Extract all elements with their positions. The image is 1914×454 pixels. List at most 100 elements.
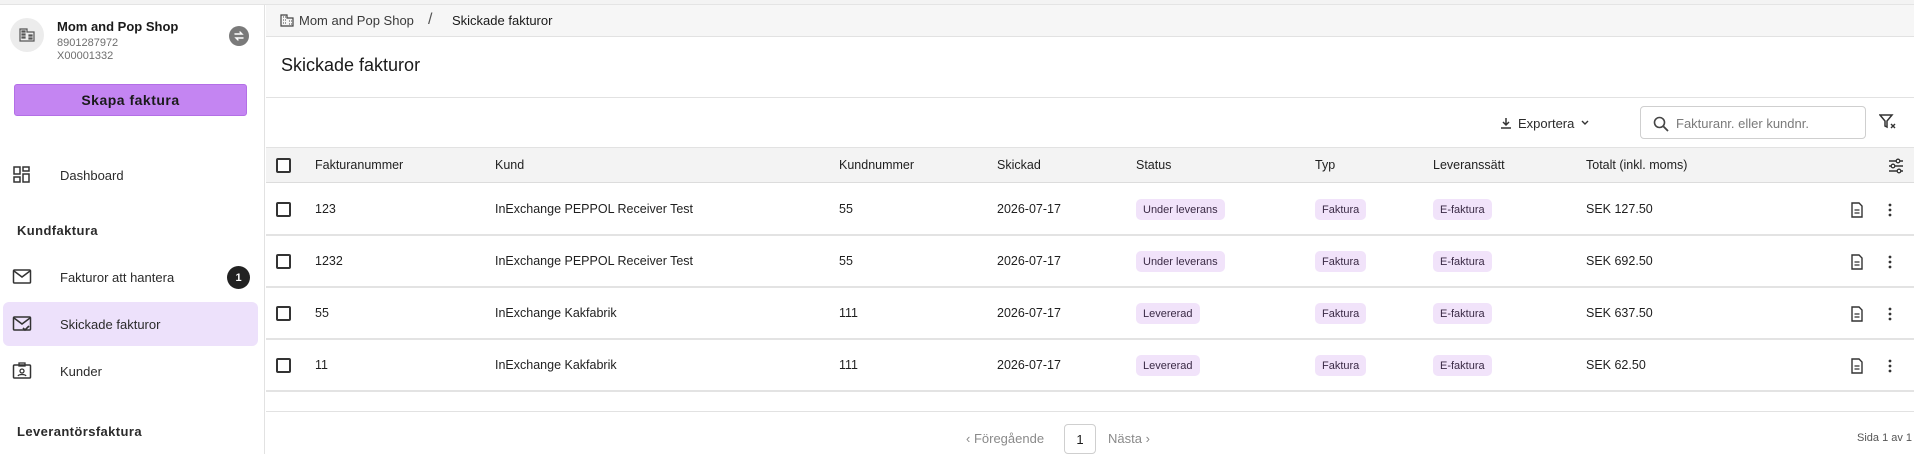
export-label: Exportera: [1518, 115, 1575, 131]
delivery-badge: E-faktura: [1433, 251, 1492, 272]
previous-page-label: Föregående: [973, 431, 1045, 446]
delivery-badge: E-faktura: [1433, 199, 1492, 220]
invoice-number: 55: [315, 306, 329, 320]
section-title-supplier-invoice: Leverantörsfaktura: [17, 424, 142, 439]
building-icon: [10, 18, 44, 52]
sidebar-item-label: Skickade fakturor: [60, 316, 161, 332]
breadcrumb: Mom and Pop Shop / Skickade fakturor: [266, 5, 1914, 37]
breadcrumb-home-link[interactable]: Mom and Pop Shop: [299, 13, 414, 28]
total-amount: SEK 637.50: [1586, 306, 1653, 320]
customer-number: 55: [839, 202, 853, 216]
organization-name: Mom and Pop Shop: [57, 19, 179, 34]
customer-name: InExchange PEPPOL Receiver Test: [495, 254, 694, 268]
column-header-total[interactable]: Totalt (inkl. moms): [1586, 158, 1687, 172]
table-row[interactable]: 123 InExchange PEPPOL Receiver Test 55 2…: [266, 184, 1914, 236]
page-number-button[interactable]: 1: [1064, 424, 1096, 454]
chevron-down-icon: [1581, 120, 1589, 125]
total-amount: SEK 62.50: [1586, 358, 1646, 372]
table-row[interactable]: 1232 InExchange PEPPOL Receiver Test 55 …: [266, 236, 1914, 288]
sent-date: 2026-07-17: [997, 202, 1061, 216]
switch-organization-icon[interactable]: [229, 26, 249, 46]
sidebar-item-invoices-to-handle[interactable]: Fakturor att hantera 1: [3, 255, 258, 299]
document-icon[interactable]: [1850, 306, 1864, 322]
table-header: Fakturanummer Kund Kundnummer Skickad St…: [266, 147, 1914, 183]
table-row[interactable]: 55 InExchange Kakfabrik 111 2026-07-17 L…: [266, 288, 1914, 340]
customer-number: 111: [839, 358, 859, 372]
type-badge: Faktura: [1315, 355, 1367, 376]
sent-date: 2026-07-17: [997, 306, 1061, 320]
customer-name: InExchange Kakfabrik: [495, 306, 617, 320]
type-badge: Faktura: [1315, 251, 1367, 272]
sidebar-item-label: Fakturor att hantera: [60, 269, 175, 285]
chevron-right-icon: ›: [1141, 431, 1150, 446]
sidebar-item-dashboard[interactable]: Dashboard: [3, 153, 258, 197]
download-icon: [1501, 117, 1511, 129]
document-icon[interactable]: [1850, 202, 1864, 218]
customer-name: InExchange PEPPOL Receiver Test: [495, 202, 694, 216]
mail-check-icon: [12, 316, 32, 332]
divider: [266, 411, 1914, 412]
sidebar-item-label: Kunder: [60, 363, 102, 379]
status-badge: Under leverans: [1136, 251, 1225, 272]
organization-header: Mom and Pop Shop 8901287972 X00001332: [10, 15, 260, 65]
divider: [266, 97, 1914, 98]
search-field[interactable]: [1640, 106, 1866, 139]
invoice-number: 11: [315, 358, 328, 372]
more-options-icon[interactable]: [1884, 254, 1896, 270]
delivery-badge: E-faktura: [1433, 303, 1492, 324]
organization-number: 8901287972: [57, 37, 119, 49]
sidebar-item-customers[interactable]: Kunder: [3, 349, 258, 393]
customer-number: 111: [839, 306, 859, 320]
sidebar-item-sent-invoices[interactable]: Skickade fakturor: [3, 302, 258, 346]
filter-icon[interactable]: [1879, 113, 1897, 131]
contact-card-icon: [12, 362, 32, 379]
column-header-sent[interactable]: Skickad: [997, 158, 1041, 172]
status-badge: Levererad: [1136, 355, 1200, 376]
status-badge: Levererad: [1136, 303, 1200, 324]
document-icon[interactable]: [1850, 358, 1864, 374]
next-page-button[interactable]: Nästa ›: [1108, 431, 1150, 446]
breadcrumb-separator: /: [428, 11, 433, 28]
column-settings-icon[interactable]: [1888, 158, 1904, 174]
count-badge: 1: [227, 266, 250, 289]
document-icon[interactable]: [1850, 254, 1864, 270]
section-title-customer-invoice: Kundfaktura: [17, 223, 98, 238]
organization-id: X00001332: [57, 50, 114, 62]
column-header-customer[interactable]: Kund: [495, 158, 524, 172]
search-icon: [1653, 116, 1669, 132]
column-header-invoice-number[interactable]: Fakturanummer: [315, 158, 403, 172]
type-badge: Faktura: [1315, 199, 1367, 220]
customer-number: 55: [839, 254, 853, 268]
create-invoice-button[interactable]: Skapa faktura: [14, 84, 247, 116]
dashboard-icon: [13, 166, 30, 183]
delivery-badge: E-faktura: [1433, 355, 1492, 376]
export-button[interactable]: Exportera: [1500, 110, 1590, 136]
more-options-icon[interactable]: [1884, 202, 1896, 218]
column-header-status[interactable]: Status: [1136, 158, 1171, 172]
page-info: Sida 1 av 1: [1857, 432, 1913, 444]
status-badge: Under leverans: [1136, 199, 1225, 220]
page-title: Skickade fakturor: [281, 55, 421, 75]
row-checkbox[interactable]: [276, 202, 291, 217]
previous-page-button[interactable]: ‹ Föregående: [966, 431, 1044, 446]
building-icon: [280, 14, 294, 27]
column-header-customer-number[interactable]: Kundnummer: [839, 158, 914, 172]
chevron-left-icon: ‹: [966, 431, 974, 446]
column-header-type[interactable]: Typ: [1315, 158, 1335, 172]
customer-name: InExchange Kakfabrik: [495, 358, 617, 372]
select-all-checkbox[interactable]: [276, 158, 291, 173]
row-checkbox[interactable]: [276, 358, 291, 373]
more-options-icon[interactable]: [1884, 358, 1896, 374]
main-content: Mom and Pop Shop / Skickade fakturor Ski…: [266, 5, 1914, 454]
row-checkbox[interactable]: [276, 254, 291, 269]
next-page-label: Nästa: [1108, 431, 1142, 446]
table-row[interactable]: 11 InExchange Kakfabrik 111 2026-07-17 L…: [266, 340, 1914, 392]
invoice-number: 1232: [315, 254, 343, 268]
total-amount: SEK 127.50: [1586, 202, 1653, 216]
more-options-icon[interactable]: [1884, 306, 1896, 322]
search-input[interactable]: [1676, 113, 1856, 133]
column-header-delivery-method[interactable]: Leveranssätt: [1433, 158, 1505, 172]
invoice-number: 123: [315, 202, 336, 216]
row-checkbox[interactable]: [276, 306, 291, 321]
sent-date: 2026-07-17: [997, 254, 1061, 268]
